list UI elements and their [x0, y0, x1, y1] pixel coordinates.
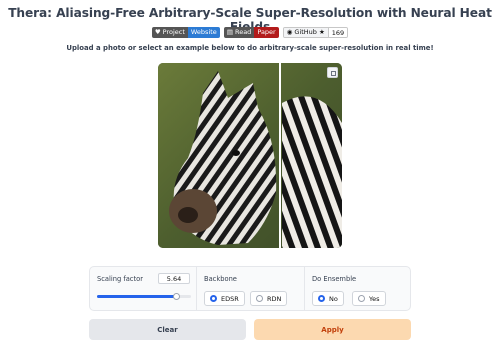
- settings-panel: Scaling factor 5.64 Backbone EDSR RDN Do…: [89, 266, 411, 311]
- heart-icon: ♥: [154, 28, 161, 36]
- slider-thumb[interactable]: [173, 293, 181, 300]
- radio-unselected-icon: [358, 295, 365, 302]
- paper-badge-left: Read: [234, 28, 252, 36]
- yes-label: Yes: [369, 294, 380, 303]
- backbone-option-edsr[interactable]: EDSR: [204, 291, 245, 306]
- radio-unselected-icon: [256, 295, 263, 302]
- clear-button[interactable]: Clear: [89, 319, 246, 340]
- comparison-divider[interactable]: [279, 63, 281, 248]
- paper-badge-right: Paper: [254, 27, 279, 38]
- scaling-factor-input[interactable]: 5.64: [158, 273, 190, 284]
- edsr-label: EDSR: [221, 294, 239, 303]
- github-badge-left: GitHub: [294, 28, 317, 36]
- backbone-option-rdn[interactable]: RDN: [250, 291, 288, 306]
- zebra-image: [158, 63, 342, 248]
- document-icon: ▤: [226, 28, 233, 36]
- backbone-label: Backbone: [204, 275, 237, 283]
- ensemble-block: Do Ensemble No Yes: [305, 267, 410, 310]
- scaling-factor-label: Scaling factor: [97, 275, 143, 283]
- fullscreen-icon[interactable]: [327, 67, 338, 78]
- apply-button[interactable]: Apply: [254, 319, 411, 340]
- radio-selected-icon: [210, 295, 217, 302]
- badge-row: ♥ Project Website ▤ Read Paper ◉ GitHub ★ 16…: [0, 27, 500, 38]
- read-paper-badge[interactable]: ▤ Read Paper: [223, 27, 279, 38]
- slider-fill: [97, 295, 177, 298]
- project-website-badge[interactable]: ♥ Project Website: [151, 27, 220, 38]
- no-label: No: [329, 294, 338, 303]
- radio-selected-icon: [318, 295, 325, 302]
- instructions: Upload a photo or select an example belo…: [66, 44, 434, 52]
- ensemble-option-no[interactable]: No: [312, 291, 344, 306]
- github-icon: ◉: [286, 28, 293, 36]
- github-badge[interactable]: ◉ GitHub ★ 169: [282, 27, 349, 38]
- ensemble-option-yes[interactable]: Yes: [352, 291, 386, 306]
- scaling-factor-slider[interactable]: [97, 293, 191, 300]
- star-icon: ★: [318, 28, 325, 36]
- project-badge-left: Project: [162, 28, 185, 36]
- ensemble-label: Do Ensemble: [312, 275, 357, 283]
- rdn-label: RDN: [267, 294, 282, 303]
- project-badge-right: Website: [187, 27, 220, 38]
- backbone-block: Backbone EDSR RDN: [197, 267, 305, 310]
- github-star-count: 169: [327, 28, 348, 37]
- image-comparison-slider[interactable]: [158, 63, 342, 248]
- scaling-factor-block: Scaling factor 5.64: [90, 267, 197, 310]
